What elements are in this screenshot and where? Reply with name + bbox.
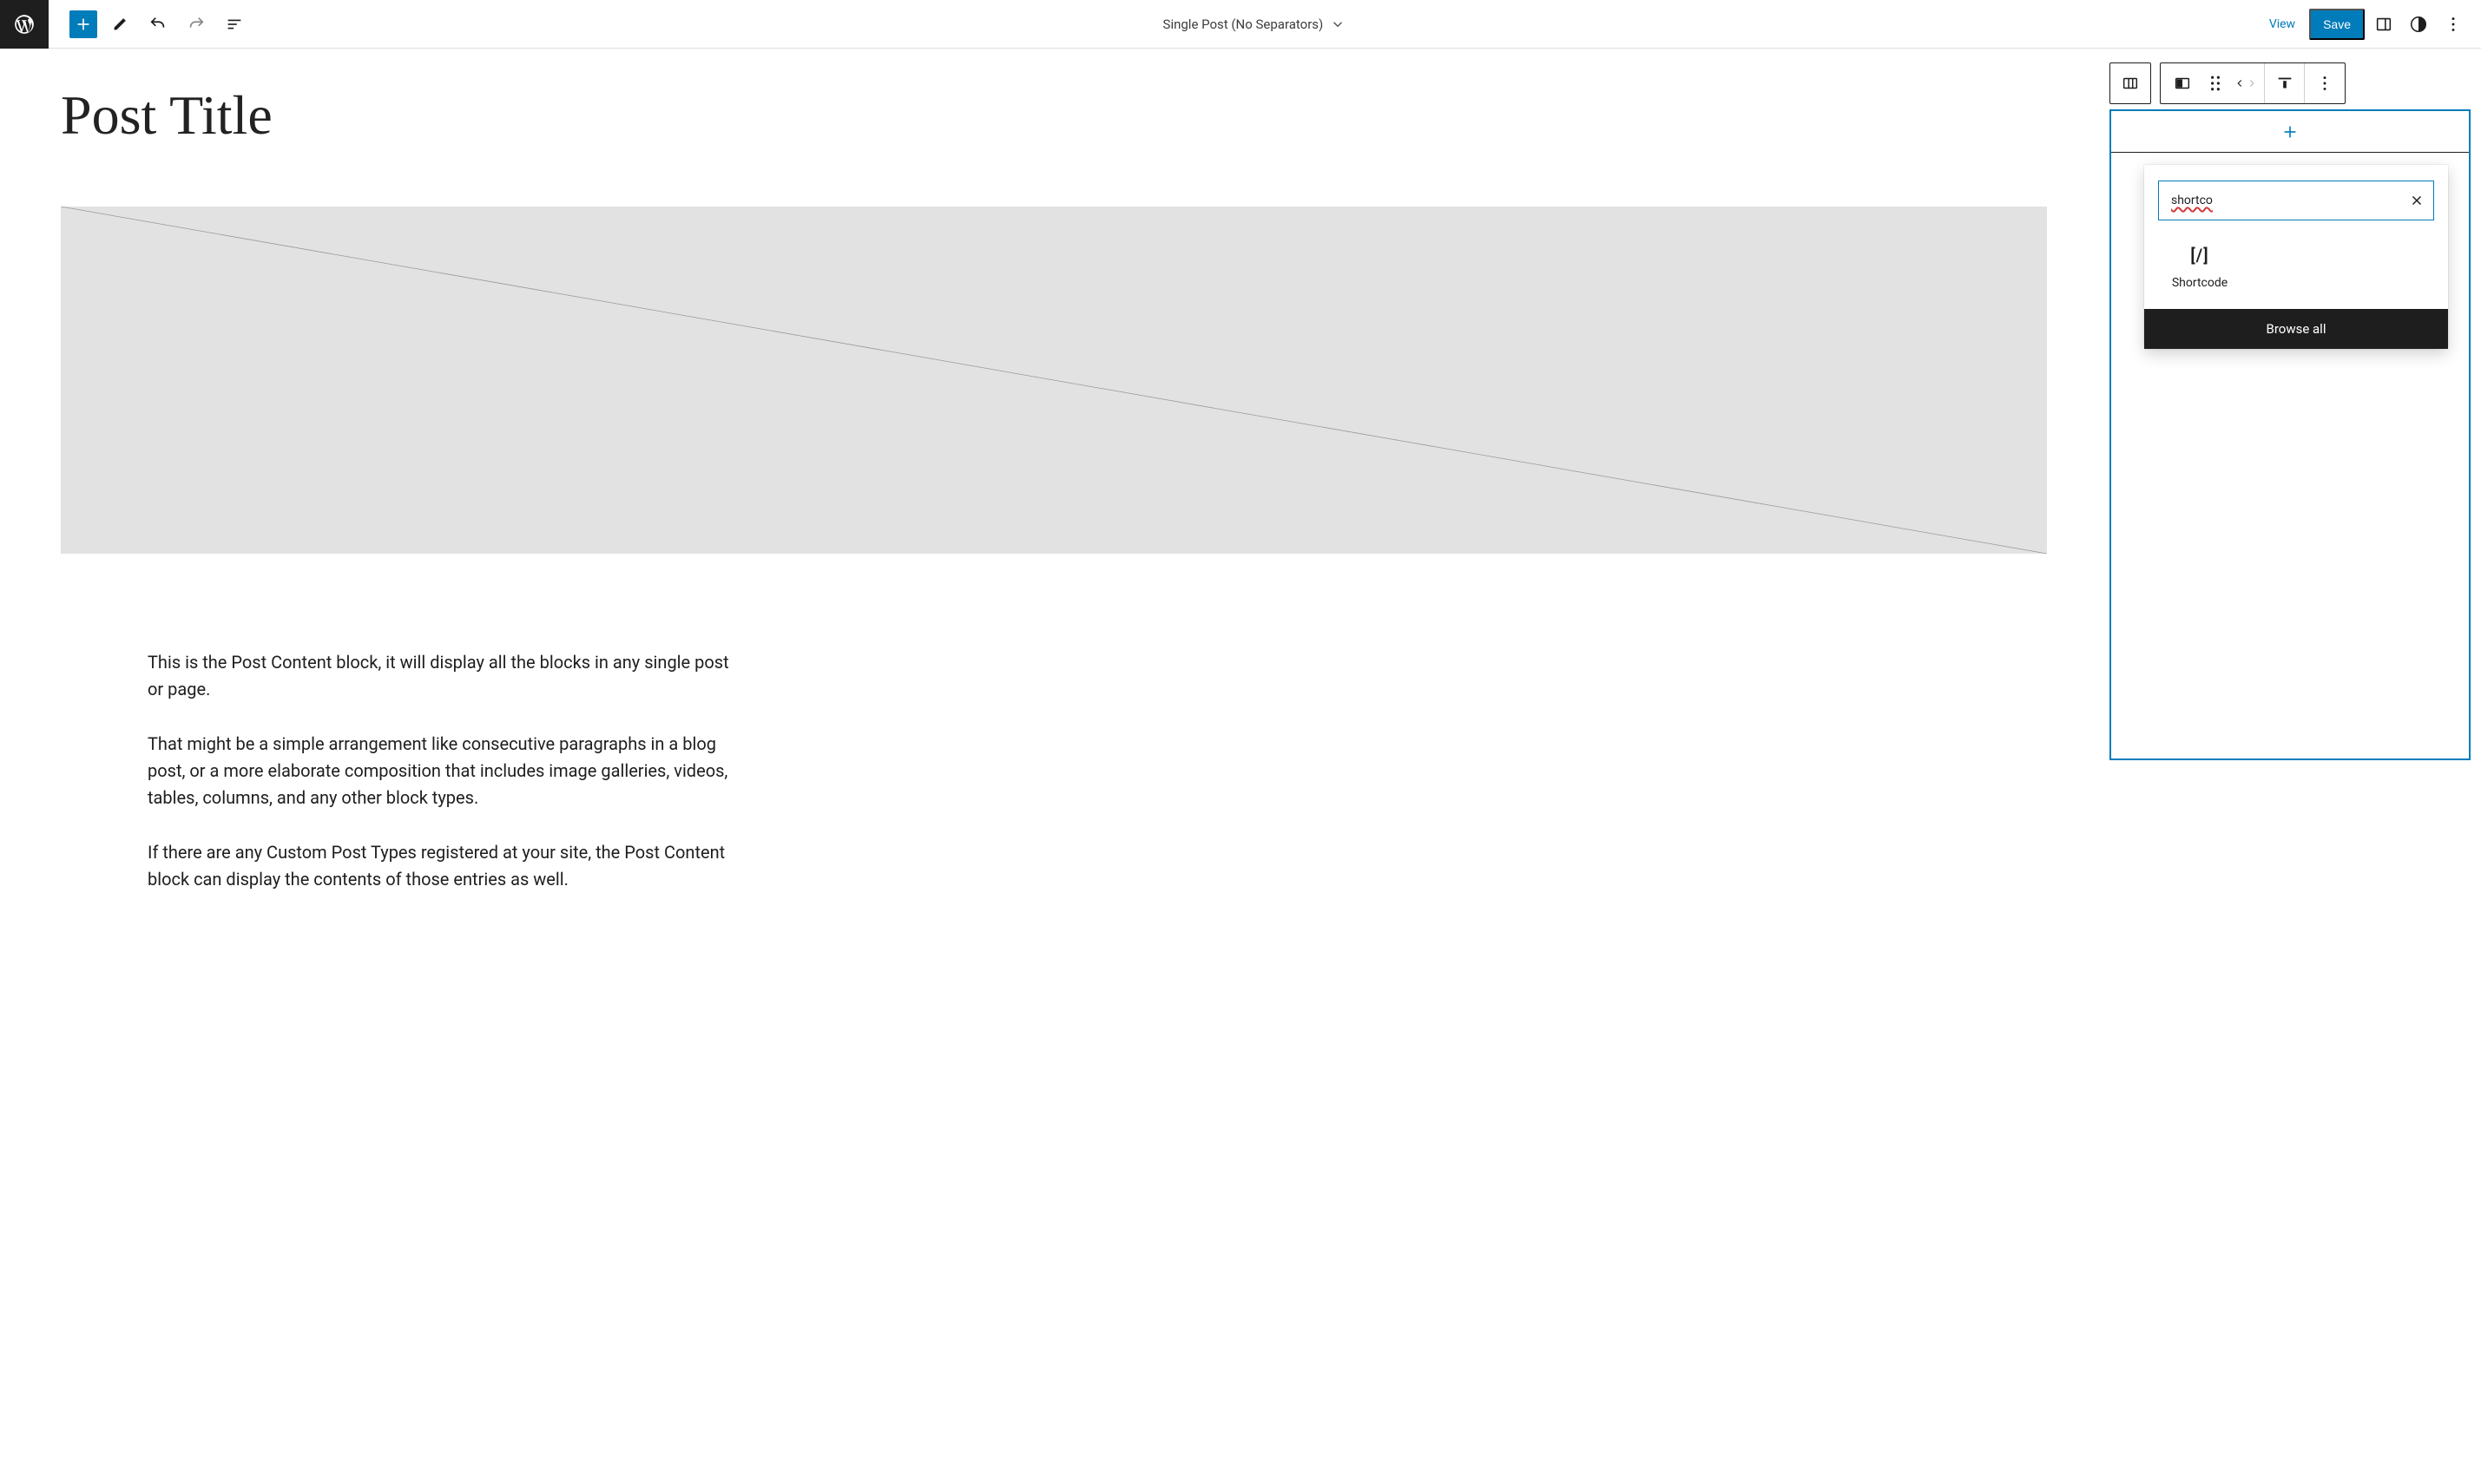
inserter-search-field[interactable]: shortco: [2158, 181, 2434, 220]
editor-workspace: Post Title This is the Post Content bloc…: [0, 49, 2481, 1484]
paragraph-block[interactable]: If there are any Custom Post Types regis…: [148, 839, 729, 893]
align-button[interactable]: [2265, 63, 2305, 103]
plus-icon: [74, 15, 93, 34]
right-column-area: shortco [/] Shortcode Browse all: [2099, 49, 2481, 1484]
placeholder-diagonal-icon: [61, 207, 2047, 554]
block-more-options[interactable]: [2305, 63, 2345, 103]
pencil-icon: [110, 15, 129, 34]
list-view-icon: [225, 15, 244, 34]
editor-canvas[interactable]: Post Title This is the Post Content bloc…: [0, 49, 2099, 1484]
column-icon: [2173, 74, 2192, 93]
sidebar-icon: [2374, 15, 2393, 34]
inserter-search-value: shortco: [2171, 194, 2213, 207]
undo-icon: [148, 15, 168, 34]
wordpress-icon: [13, 13, 36, 36]
drag-handle[interactable]: [2204, 63, 2227, 103]
view-link[interactable]: View: [2259, 12, 2306, 36]
redo-icon: [187, 15, 206, 34]
block-type-button[interactable]: [2161, 63, 2204, 103]
inserter-results: [/] Shortcode: [2144, 229, 2448, 309]
redo-button[interactable]: [181, 9, 212, 40]
columns-icon: [2121, 74, 2140, 93]
drag-icon: [2209, 76, 2221, 91]
block-toolbar: [2109, 62, 2471, 104]
kebab-icon: [2315, 74, 2334, 93]
featured-image-placeholder[interactable]: [61, 207, 2047, 554]
selected-column-block[interactable]: shortco [/] Shortcode Browse all: [2109, 109, 2471, 760]
undo-button[interactable]: [142, 9, 174, 40]
post-content-block[interactable]: This is the Post Content block, it will …: [148, 649, 729, 893]
inserter-result-label: Shortcode: [2172, 276, 2228, 290]
tools-button[interactable]: [104, 9, 135, 40]
align-top-icon: [2275, 74, 2294, 93]
chevron-down-icon: [1330, 16, 1346, 32]
clear-search-button[interactable]: [2409, 193, 2425, 208]
template-title-label: Single Post (No Separators): [1163, 16, 1324, 32]
inserter-result-shortcode[interactable]: [/] Shortcode: [2156, 245, 2243, 290]
editor-topbar: Single Post (No Separators) View Save: [0, 0, 2481, 49]
browse-all-button[interactable]: Browse all: [2144, 309, 2448, 349]
template-title[interactable]: Single Post (No Separators): [250, 16, 2259, 32]
wordpress-logo-button[interactable]: [0, 0, 49, 49]
kebab-icon: [2444, 15, 2463, 34]
block-appender[interactable]: [2111, 111, 2469, 153]
close-icon: [2409, 193, 2425, 208]
topbar-right-tools: View Save: [2259, 9, 2481, 40]
chevron-right-icon: [2246, 76, 2258, 91]
quick-inserter-popover: shortco [/] Shortcode Browse all: [2144, 165, 2448, 349]
select-parent-button[interactable]: [2110, 63, 2150, 103]
styles-toggle[interactable]: [2403, 9, 2434, 40]
plus-icon: [2280, 122, 2300, 141]
shortcode-icon: [/]: [2190, 245, 2209, 266]
toolbar-group-parent: [2109, 62, 2151, 104]
post-title-block[interactable]: Post Title: [61, 83, 2047, 148]
topbar-left-tools: [49, 9, 250, 40]
save-button[interactable]: Save: [2309, 9, 2365, 40]
settings-sidebar-toggle[interactable]: [2368, 9, 2399, 40]
block-inserter-toggle[interactable]: [69, 10, 97, 38]
styles-icon: [2409, 15, 2428, 34]
move-buttons[interactable]: [2227, 63, 2265, 103]
chevron-left-icon: [2234, 76, 2246, 91]
more-options-button[interactable]: [2438, 9, 2469, 40]
paragraph-block[interactable]: That might be a simple arrangement like …: [148, 731, 729, 811]
document-overview-button[interactable]: [219, 9, 250, 40]
paragraph-block[interactable]: This is the Post Content block, it will …: [148, 649, 729, 703]
toolbar-group-main: [2160, 62, 2346, 104]
